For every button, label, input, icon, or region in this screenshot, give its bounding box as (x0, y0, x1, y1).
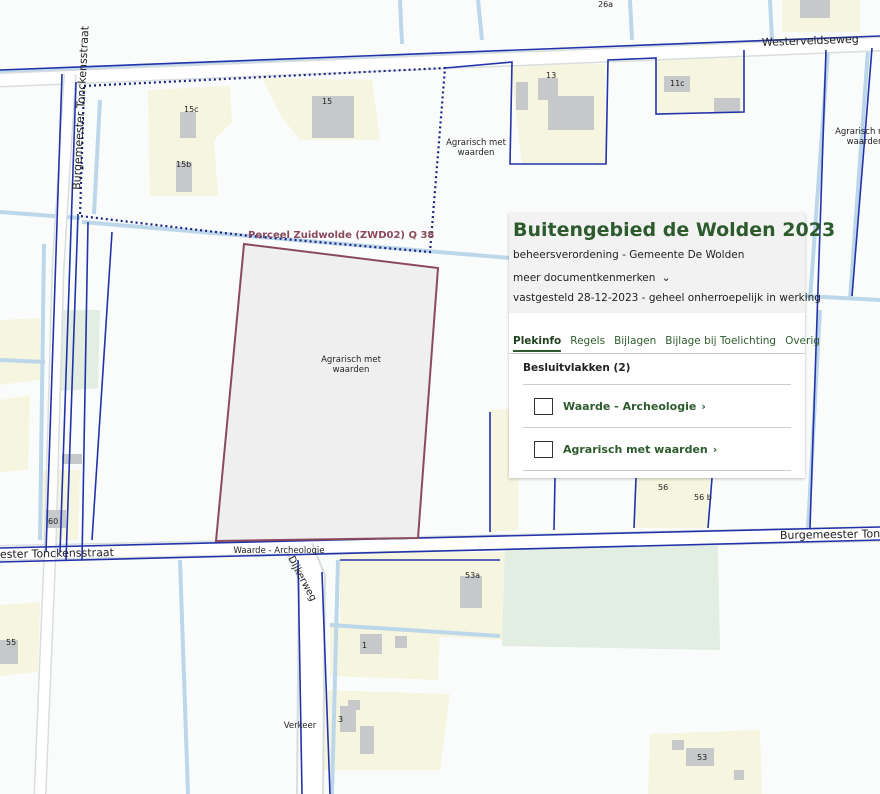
panel-tabs: Plekinfo Regels Bijlagen Bijlage bij Toe… (509, 329, 820, 354)
house-number: 3 (338, 715, 343, 724)
plan-title: Buitengebied de Wolden 2023 (513, 219, 836, 241)
chevron-right-icon: › (712, 442, 718, 456)
house-number: 15 (322, 97, 332, 106)
zone-label-verkeer: Verkeer (284, 721, 317, 731)
parcel-label: Perceel Zuidwolde (ZWD02) Q 38 (248, 230, 434, 241)
house-number: 13 (546, 71, 556, 80)
tab-plekinfo[interactable]: Plekinfo (513, 335, 562, 352)
house-number: 56 b (694, 493, 712, 502)
tab-bijlagen[interactable]: Bijlagen (614, 335, 656, 347)
plan-subtitle: beheersverordening - Gemeente De Wolden (513, 249, 745, 261)
legend-swatch (534, 440, 553, 458)
chevron-down-icon: ⌄ (661, 271, 671, 284)
list-item-waarde-archeologie[interactable]: Waarde - Archeologie › (523, 384, 791, 427)
house-number: 55 (6, 638, 16, 647)
tab-bijlage-bij-toelichting[interactable]: Bijlage bij Toelichting (665, 335, 776, 347)
plan-info-panel: Buitengebied de Wolden 2023 beheersveror… (509, 213, 836, 478)
house-number: 15c (184, 105, 199, 114)
street-label-tonckensstraat-left: ester Tonckensstraat (0, 546, 115, 561)
selected-area[interactable] (214, 242, 440, 543)
more-properties-toggle[interactable]: meer documentkenmerken ⌄ (513, 271, 801, 284)
house-number: 53 (697, 753, 707, 762)
house-number: 53a (465, 571, 480, 580)
tab-overig[interactable]: Overig (785, 335, 820, 347)
list-item-label: Agrarisch met waarden (563, 442, 708, 456)
besluitvlakken-list: Waarde - Archeologie › Agrarisch met waa… (509, 384, 805, 471)
chevron-right-icon: › (701, 399, 706, 413)
house-number: 56 (658, 483, 668, 492)
house-number: 60 (48, 517, 58, 526)
house-number: 26a (598, 0, 613, 9)
list-item-label: Waarde - Archeologie (563, 399, 697, 413)
house-number: 11c (670, 79, 685, 88)
list-item-agrarisch-met-waarden[interactable]: Agrarisch met waarden › (523, 427, 791, 471)
house-number: 1 (362, 641, 367, 650)
house-number: 15b (176, 160, 191, 169)
plan-status: vastgesteld 28-12-2023 - geheel onherroe… (513, 292, 821, 304)
legend-swatch (534, 397, 553, 415)
tab-regels[interactable]: Regels (570, 335, 605, 347)
panel-header: Buitengebied de Wolden 2023 beheersveror… (509, 213, 836, 313)
street-label-tonckensstraat-right: Burgemeester Tonck (780, 527, 880, 542)
section-title: Besluitvlakken (2) (523, 362, 631, 374)
zone-label-waarde-archeologie: Waarde - Archeologie (234, 546, 325, 556)
more-properties-label: meer documentkenmerken (513, 272, 656, 284)
